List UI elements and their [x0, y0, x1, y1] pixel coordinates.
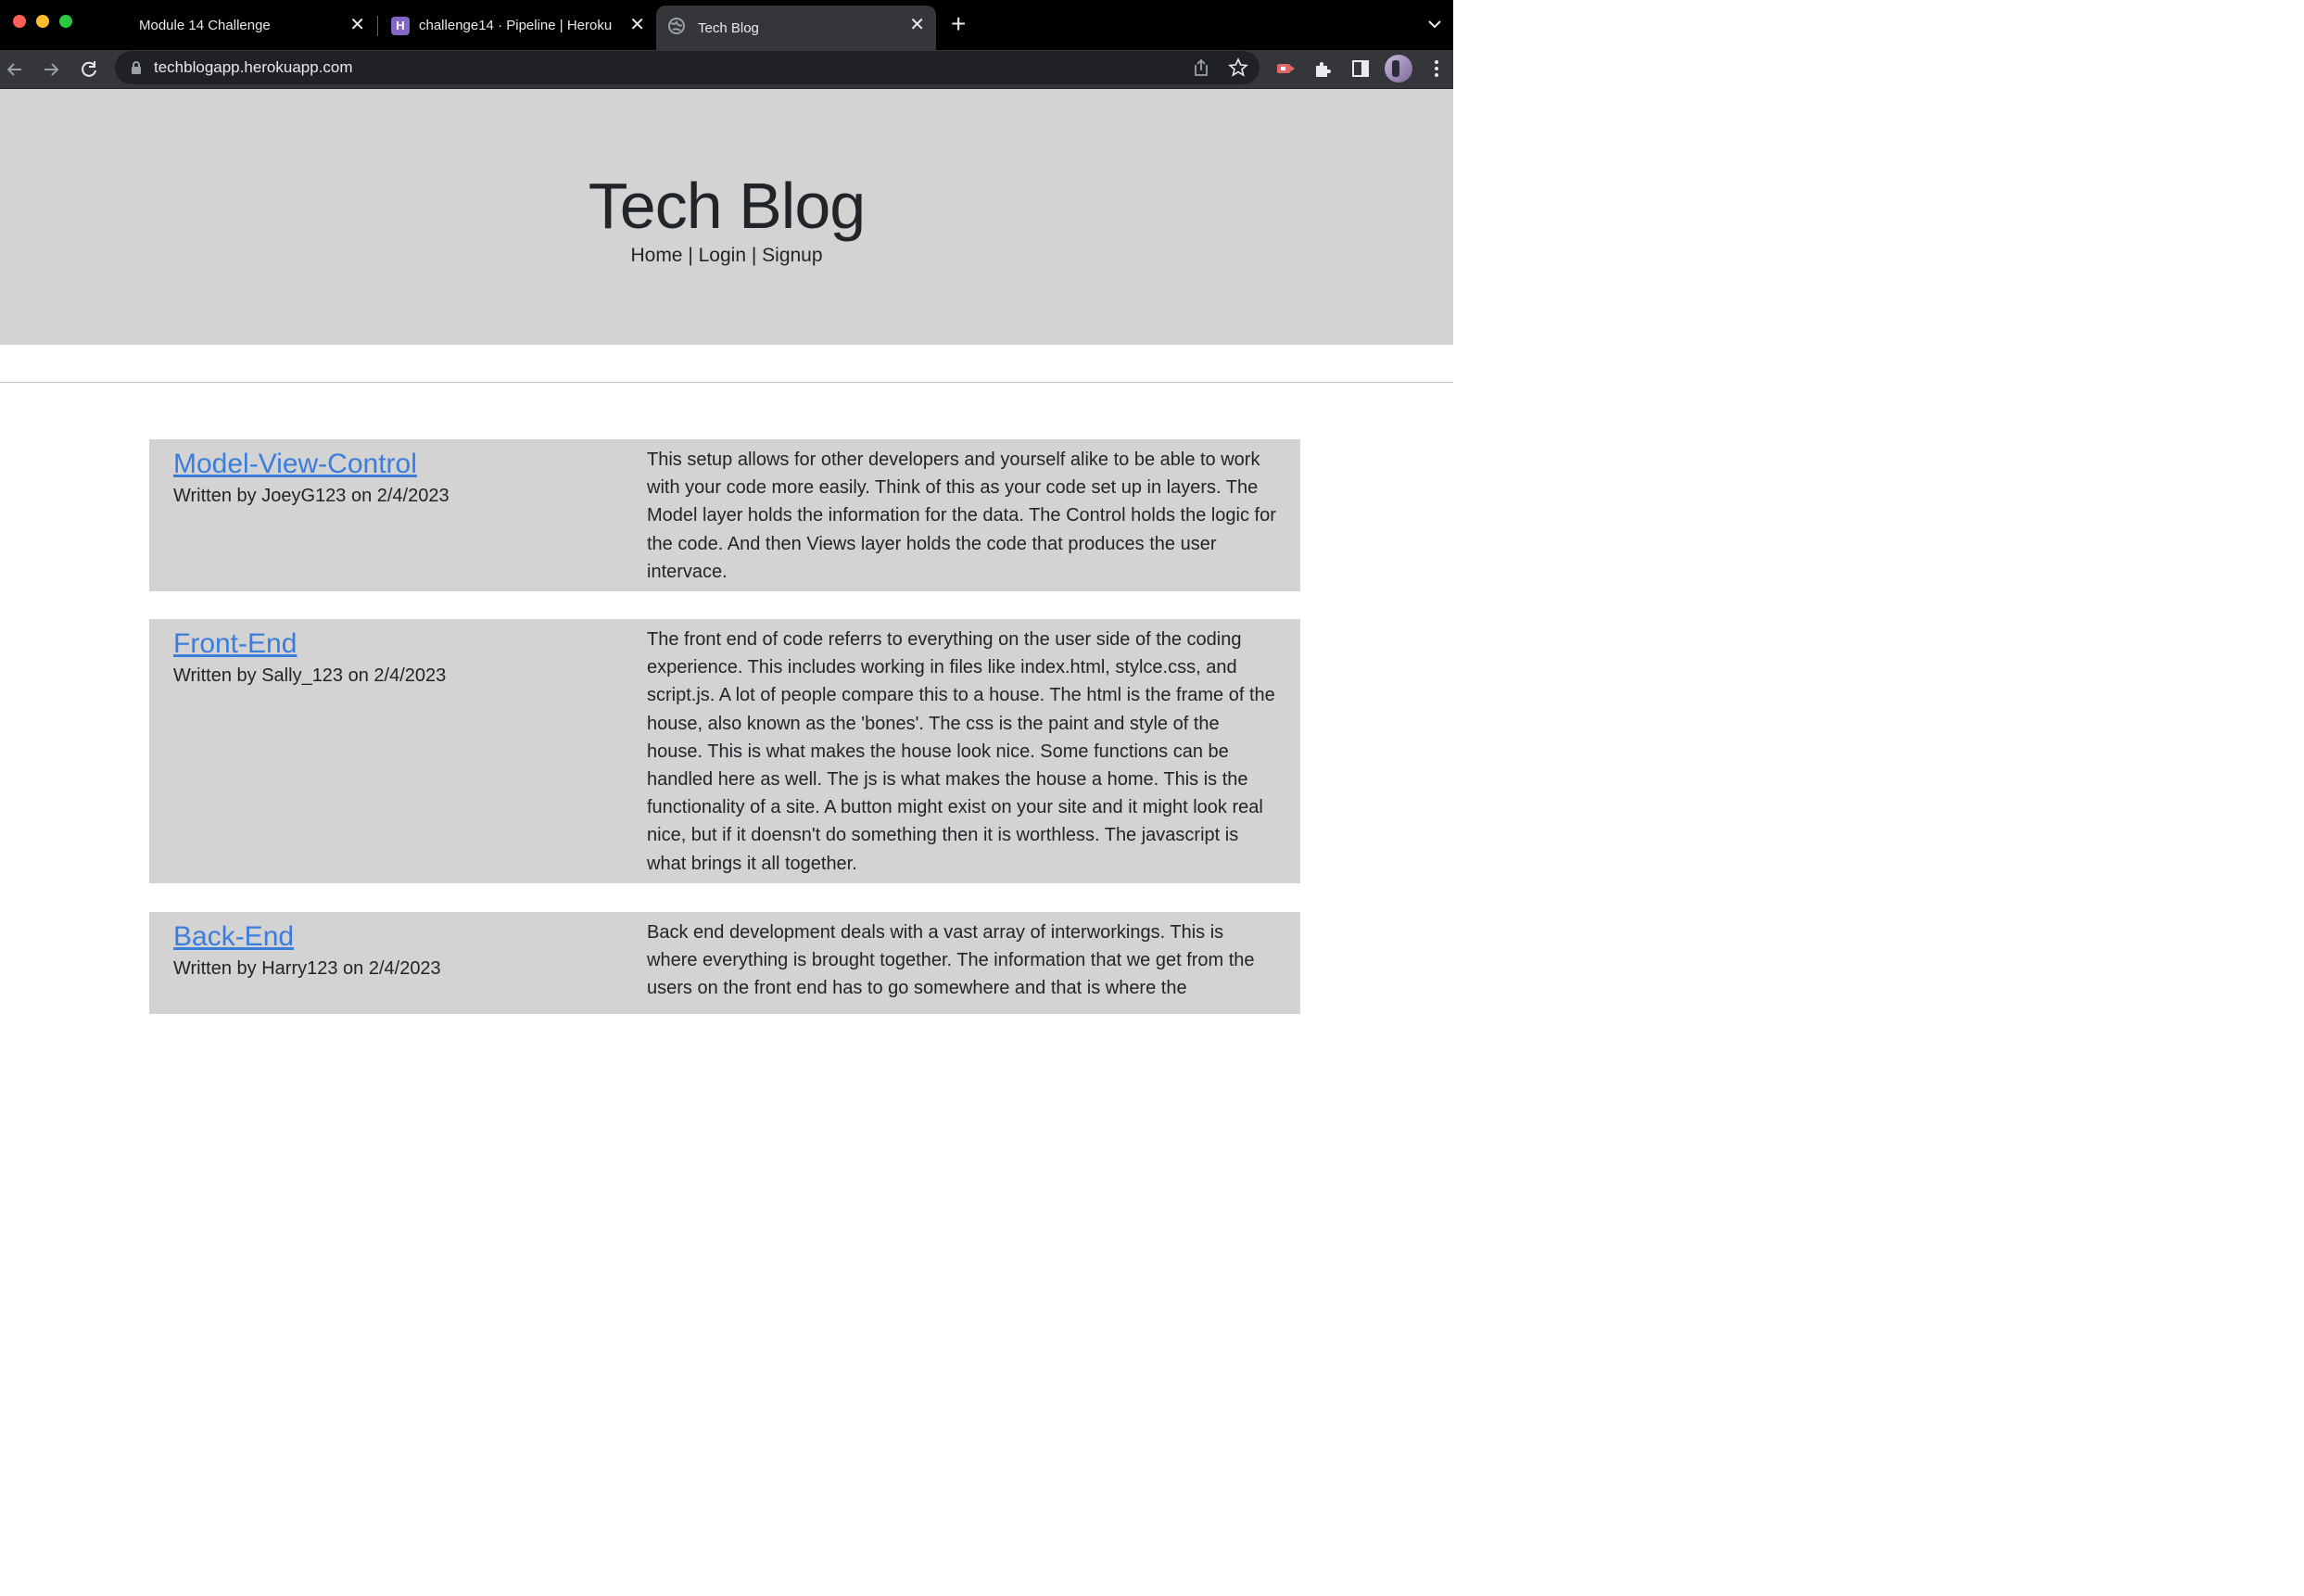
address-bar[interactable]: techblogapp.herokuapp.com: [115, 51, 1260, 84]
post-body: This setup allows for other developers a…: [647, 450, 1276, 582]
post-meta: Written by JoeyG123 on 2/4/2023: [173, 486, 449, 506]
maximize-window-button[interactable]: [59, 15, 72, 28]
post-title-link[interactable]: Front-End: [173, 627, 618, 662]
post-header: Back-End Written by Harry123 on 2/4/2023: [173, 919, 618, 982]
extension-icon[interactable]: [1274, 57, 1297, 80]
globe-icon: [668, 18, 685, 34]
more-menu-icon[interactable]: [1425, 57, 1448, 80]
share-icon[interactable]: [1190, 57, 1212, 79]
nav-link-home[interactable]: Home: [630, 245, 682, 266]
post-header: Front-End Written by Sally_123 on 2/4/20…: [173, 627, 618, 690]
puzzle-icon[interactable]: [1312, 57, 1335, 80]
post-title-link[interactable]: Back-End: [173, 919, 618, 955]
close-tab-icon[interactable]: ✕: [629, 16, 645, 34]
post-body: Back end development deals with a vast a…: [647, 922, 1255, 999]
nav-link-signup[interactable]: Signup: [762, 245, 822, 266]
close-window-button[interactable]: [13, 15, 26, 28]
tab-title: challenge14 · Pipeline | Heroku: [419, 17, 613, 33]
back-arrow-icon[interactable]: [3, 57, 27, 82]
nav-separator: |: [682, 245, 699, 266]
post-header: Model-View-Control Written by JoeyG123 o…: [173, 447, 618, 510]
close-tab-icon[interactable]: ✕: [909, 16, 925, 34]
post-meta: Written by Sally_123 on 2/4/2023: [173, 665, 447, 686]
tab-title: Tech Blog: [698, 19, 759, 36]
new-tab-button[interactable]: +: [951, 11, 966, 37]
post-card: Back-End Written by Harry123 on 2/4/2023…: [149, 912, 1300, 1014]
url-text: techblogapp.herokuapp.com: [154, 58, 353, 76]
site-title: Tech Blog: [588, 170, 866, 242]
reload-icon[interactable]: [77, 57, 101, 82]
close-tab-icon[interactable]: ✕: [349, 16, 365, 34]
avatar[interactable]: [1385, 55, 1412, 82]
post-card: Front-End Written by Sally_123 on 2/4/20…: [149, 619, 1300, 883]
divider: [0, 382, 1453, 383]
browser-tab-bar: Module 14 Challenge ✕ H challenge14 · Pi…: [0, 0, 1453, 50]
post-title-link[interactable]: Model-View-Control: [173, 447, 618, 482]
page-content: Tech Blog Home | Login | Signup Model-Vi…: [0, 89, 1453, 1014]
post-meta: Written by Harry123 on 2/4/2023: [173, 958, 441, 979]
bookmark-star-icon[interactable]: [1227, 57, 1249, 79]
tab-tech-blog[interactable]: Tech Blog ✕: [656, 6, 936, 50]
post-card: Model-View-Control Written by JoeyG123 o…: [149, 439, 1300, 591]
tab-separator: [377, 16, 378, 36]
tab-module-14-challenge[interactable]: Module 14 Challenge ✕: [93, 6, 376, 44]
nav-link-login[interactable]: Login: [699, 245, 746, 266]
heroku-icon: H: [391, 17, 410, 35]
nav-separator: |: [746, 245, 763, 266]
forward-arrow-icon[interactable]: [39, 57, 63, 82]
chevron-down-icon[interactable]: [1425, 15, 1444, 33]
tab-heroku-pipeline[interactable]: H challenge14 · Pipeline | Heroku ✕: [380, 6, 656, 44]
lock-icon[interactable]: [130, 60, 143, 75]
site-header: Tech Blog Home | Login | Signup: [0, 89, 1453, 345]
side-panel-icon[interactable]: [1349, 57, 1372, 80]
browser-toolbar: techblogapp.herokuapp.com: [0, 50, 1453, 89]
avatar-figure: [1392, 60, 1399, 77]
post-body: The front end of code referrs to everyth…: [647, 629, 1275, 874]
site-nav: Home | Login | Signup: [0, 245, 1453, 267]
minimize-window-button[interactable]: [36, 15, 49, 28]
tab-title: Module 14 Challenge: [139, 17, 271, 33]
